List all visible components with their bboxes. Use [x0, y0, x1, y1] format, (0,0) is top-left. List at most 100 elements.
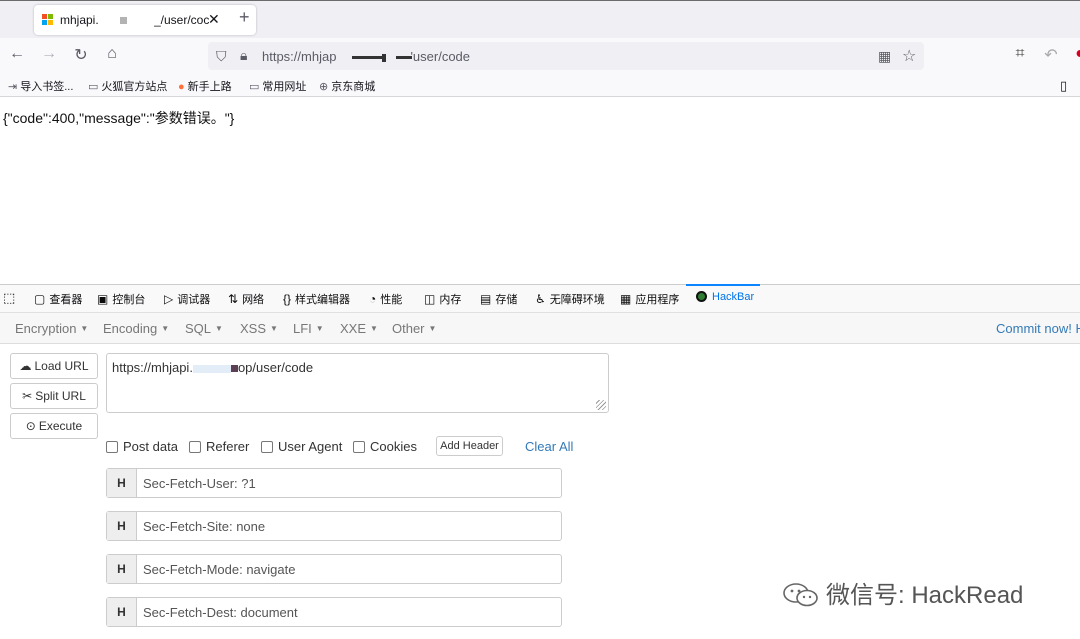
new-tab-button[interactable]: +	[239, 7, 250, 28]
debugger-icon: ▷	[164, 292, 174, 306]
response-json: {"code":400,"message":"参数错误。"}	[3, 110, 235, 126]
header-value: Sec-Fetch-Dest: document	[143, 605, 298, 620]
accessibility-icon: ♿︎	[535, 292, 546, 306]
reload-icon[interactable]: ↻	[71, 45, 91, 65]
header-value: Sec-Fetch-Site: none	[143, 519, 266, 534]
screenshot-crop-icon[interactable]: ⌗	[1010, 45, 1030, 63]
bookmark-common-sites[interactable]: ▭ 常用网址	[249, 78, 306, 94]
header-tag: H	[107, 469, 137, 497]
mobile-bookmarks-icon[interactable]: ▯	[1060, 78, 1067, 94]
tab-performance[interactable]: ◔ 性能	[369, 291, 402, 307]
post-data-checkbox[interactable]: Post data	[106, 439, 178, 454]
tab-application[interactable]: ▦ 应用程序	[620, 291, 679, 307]
tab-separator-icon	[120, 17, 127, 24]
header-row[interactable]: H Sec-Fetch-Dest: document	[106, 597, 562, 627]
checkbox-icon	[106, 441, 118, 453]
console-icon: ▣	[97, 292, 109, 306]
tab-strip: mhjapi. _/user/coc ✕ +	[0, 0, 1080, 38]
watermark-text: 微信号: HackRead	[826, 582, 1024, 609]
caret-down-icon: ▼	[161, 324, 170, 333]
redacted-mask	[336, 49, 413, 62]
caret-down-icon: ▼	[370, 324, 378, 333]
hackbar-icon	[696, 291, 707, 302]
menu-encryption[interactable]: Encryption ▼	[15, 321, 88, 336]
cookies-checkbox[interactable]: Cookies	[353, 439, 417, 454]
checkbox-icon	[353, 441, 365, 453]
undo-icon[interactable]: ↶	[1041, 45, 1061, 65]
header-value: Sec-Fetch-User: ?1	[143, 476, 256, 491]
hackbar-url-text: https://mhjapi. op/user/code	[112, 360, 314, 375]
network-icon: ⇅	[228, 292, 239, 306]
bookmarks-bar: ⇥ 导入书签... ▭ 火狐官方站点 ● 新手上路 ▭ 常用网址 ⊕ 京东商城 ▯	[0, 73, 1080, 97]
menu-encoding[interactable]: Encoding ▼	[103, 321, 169, 336]
bookmark-jd[interactable]: ⊕ 京东商城	[319, 78, 375, 94]
hackbar-url-input[interactable]: https://mhjapi. op/user/code	[106, 353, 609, 413]
header-row[interactable]: H Sec-Fetch-User: ?1	[106, 468, 562, 498]
tab-inspector[interactable]: ▢ 查看器	[34, 291, 82, 307]
menu-xxe[interactable]: XXE ▼	[340, 321, 378, 336]
address-bar[interactable]: ⛉ 🔒︎ https://mhjap'user/code ▦ ☆	[208, 42, 924, 70]
qr-code-icon[interactable]: ▦	[878, 48, 891, 65]
hackbar-menu: Encryption ▼ Encoding ▼ SQL ▼ XSS ▼ LFI ▼ XXE…	[0, 313, 1080, 344]
play-circle-icon: ⊙	[25, 419, 36, 433]
caret-down-icon: ▼	[270, 324, 278, 333]
commit-link[interactable]: Commit now! H	[996, 321, 1080, 336]
back-icon[interactable]: ←	[7, 45, 27, 63]
firefox-icon: ●	[178, 81, 185, 93]
tab-debugger[interactable]: ▷ 调试器	[164, 291, 210, 307]
bookmark-star-icon[interactable]: ☆	[902, 46, 916, 66]
menu-lfi[interactable]: LFI ▼	[293, 321, 324, 336]
import-icon: ⇥	[8, 81, 18, 93]
tab-console[interactable]: ▣ 控制台	[97, 291, 145, 307]
header-row[interactable]: H Sec-Fetch-Site: none	[106, 511, 562, 541]
tab-hackbar[interactable]: HackBar	[685, 284, 761, 303]
redacted-mask	[192, 364, 231, 373]
site-favicon-icon	[42, 14, 54, 26]
split-url-button[interactable]: ✂ Split URL	[10, 383, 98, 409]
header-row[interactable]: H Sec-Fetch-Mode: navigate	[106, 554, 562, 584]
lock-icon[interactable]: 🔒︎	[240, 47, 247, 64]
redacted-mask	[230, 365, 238, 373]
folder-icon: ▭	[88, 81, 99, 93]
tab-memory[interactable]: ◫ 内存	[424, 291, 461, 307]
tab-title: mhjapi.	[60, 13, 99, 27]
load-url-button[interactable]: ☁ Load URL	[10, 353, 98, 379]
memory-icon: ◫	[424, 292, 436, 306]
tab-style-editor[interactable]: {} 样式编辑器	[283, 291, 350, 307]
caret-down-icon: ▼	[428, 324, 437, 333]
referer-checkbox[interactable]: Referer	[189, 439, 249, 454]
extension-icon[interactable]: ◐	[1070, 45, 1080, 63]
globe-icon: ⊕	[319, 81, 329, 93]
scissors-icon: ✂	[22, 389, 33, 403]
forward-icon[interactable]: →	[39, 45, 59, 63]
address-url: https://mhjap'user/code	[262, 49, 471, 64]
user-agent-checkbox[interactable]: User Agent	[261, 439, 342, 454]
resize-grip-icon[interactable]	[596, 400, 606, 410]
tab-storage[interactable]: ▤ 存储	[480, 291, 517, 307]
page-content: {"code":400,"message":"参数错误。"}	[0, 98, 1080, 284]
tab-close-icon[interactable]: ✕	[208, 11, 220, 28]
menu-other[interactable]: Other ▼	[392, 321, 436, 336]
browser-tab[interactable]: mhjapi. _/user/coc ✕	[34, 5, 256, 35]
cloud-download-icon: ☁	[19, 359, 32, 373]
application-icon: ▦	[620, 292, 632, 306]
element-picker-icon[interactable]: ⬚	[3, 290, 15, 306]
storage-icon: ▤	[480, 292, 492, 306]
execute-button[interactable]: ⊙ Execute	[10, 413, 98, 439]
tab-path: _/user/coc	[154, 13, 210, 27]
tab-network[interactable]: ⇅ 网络	[228, 291, 264, 307]
home-icon[interactable]: ⌂	[102, 45, 122, 63]
clear-all-link[interactable]: Clear All	[525, 439, 573, 454]
nav-toolbar: ← → ↻ ⌂ ⛉ 🔒︎ https://mhjap'user/code ▦ ☆…	[0, 38, 1080, 73]
inspector-icon: ▢	[34, 292, 46, 306]
watermark: 微信号: HackRead	[782, 575, 1023, 610]
bookmark-import[interactable]: ⇥ 导入书签...	[8, 78, 73, 94]
add-header-button[interactable]: Add Header	[436, 436, 503, 456]
tracking-shield-icon[interactable]: ⛉	[216, 48, 227, 65]
menu-xss[interactable]: XSS ▼	[240, 321, 278, 336]
caret-down-icon: ▼	[80, 324, 89, 333]
menu-sql[interactable]: SQL ▼	[185, 321, 223, 336]
bookmark-firefox-official[interactable]: ▭ 火狐官方站点	[88, 78, 167, 94]
tab-accessibility[interactable]: ♿︎ 无障碍环境	[535, 291, 605, 307]
bookmark-getting-started[interactable]: ● 新手上路	[178, 78, 232, 94]
